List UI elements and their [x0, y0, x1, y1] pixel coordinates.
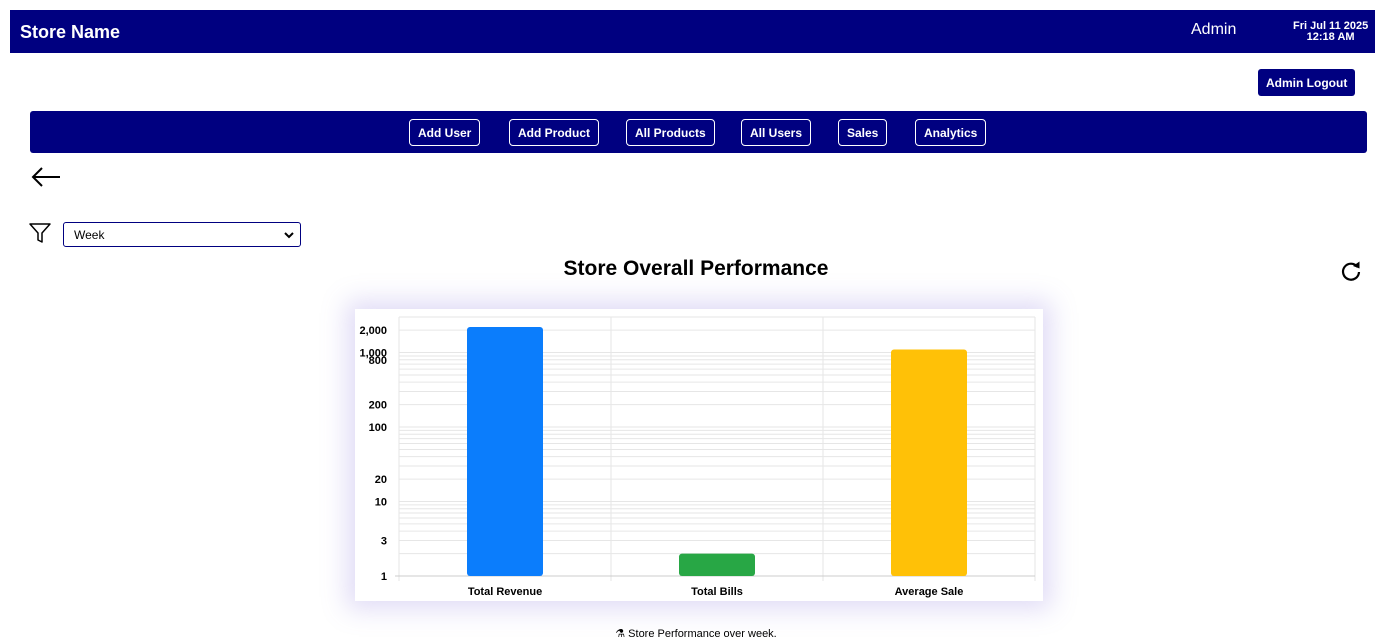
bar	[679, 553, 755, 576]
y-tick-label: 3	[381, 535, 387, 547]
chart-card: 1 3 10 20 100 200 800 1,000 2,000 Total Revenue To…	[355, 309, 1043, 601]
chevron-down-icon	[284, 232, 294, 239]
performance-bar-chart: 1310201002008001,0002,000Total Revenue To…	[359, 316, 1036, 598]
date-time-display: Fri Jul 11 2025 12:18 AM	[1293, 21, 1368, 43]
x-tick-label: Total Revenue	[468, 586, 542, 598]
user-role-label: Admin	[1191, 21, 1237, 38]
y-tick-label: 1,000	[359, 348, 387, 360]
filter-icon	[29, 223, 51, 243]
refresh-icon[interactable]	[1340, 260, 1362, 282]
y-tick-label: 1	[381, 571, 387, 583]
admin-logout-button[interactable]: Admin Logout	[1258, 69, 1356, 96]
nav-add-user-button[interactable]: Add User	[409, 119, 481, 146]
bar	[891, 349, 967, 576]
y-tick-label: 20	[375, 474, 387, 486]
main-nav: Add User Add Product All Products All Us…	[30, 111, 1367, 153]
nav-add-product-button[interactable]: Add Product	[509, 119, 599, 146]
top-header: Store Name Admin Fri Jul 11 2025 12:18 A…	[10, 10, 1375, 53]
chart-title: Store Overall Performance	[563, 257, 829, 280]
nav-analytics-button[interactable]: Analytics	[915, 119, 987, 146]
y-tick-label: 10	[375, 497, 387, 509]
caption-text: Store Performance over week.	[628, 628, 777, 640]
y-tick-label: 2,000	[359, 325, 387, 337]
period-select-value: Week	[74, 228, 105, 242]
nav-all-users-button[interactable]: All Users	[741, 119, 812, 146]
x-tick-label: Average Sale	[895, 586, 964, 598]
period-select[interactable]: Week	[63, 222, 301, 247]
chart-caption: ⚗ Store Performance over week.	[0, 627, 1375, 640]
x-tick-label: Total Bills	[691, 586, 743, 598]
nav-all-products-button[interactable]: All Products	[626, 119, 715, 146]
back-arrow-icon[interactable]	[30, 163, 62, 191]
store-name: Store Name	[20, 22, 121, 42]
caption-icon: ⚗	[615, 628, 626, 640]
current-time: 12:18 AM	[1306, 31, 1355, 43]
y-tick-label: 200	[369, 400, 387, 412]
bar	[467, 327, 543, 576]
y-tick-label: 100	[369, 422, 387, 434]
nav-sales-button[interactable]: Sales	[838, 119, 888, 146]
